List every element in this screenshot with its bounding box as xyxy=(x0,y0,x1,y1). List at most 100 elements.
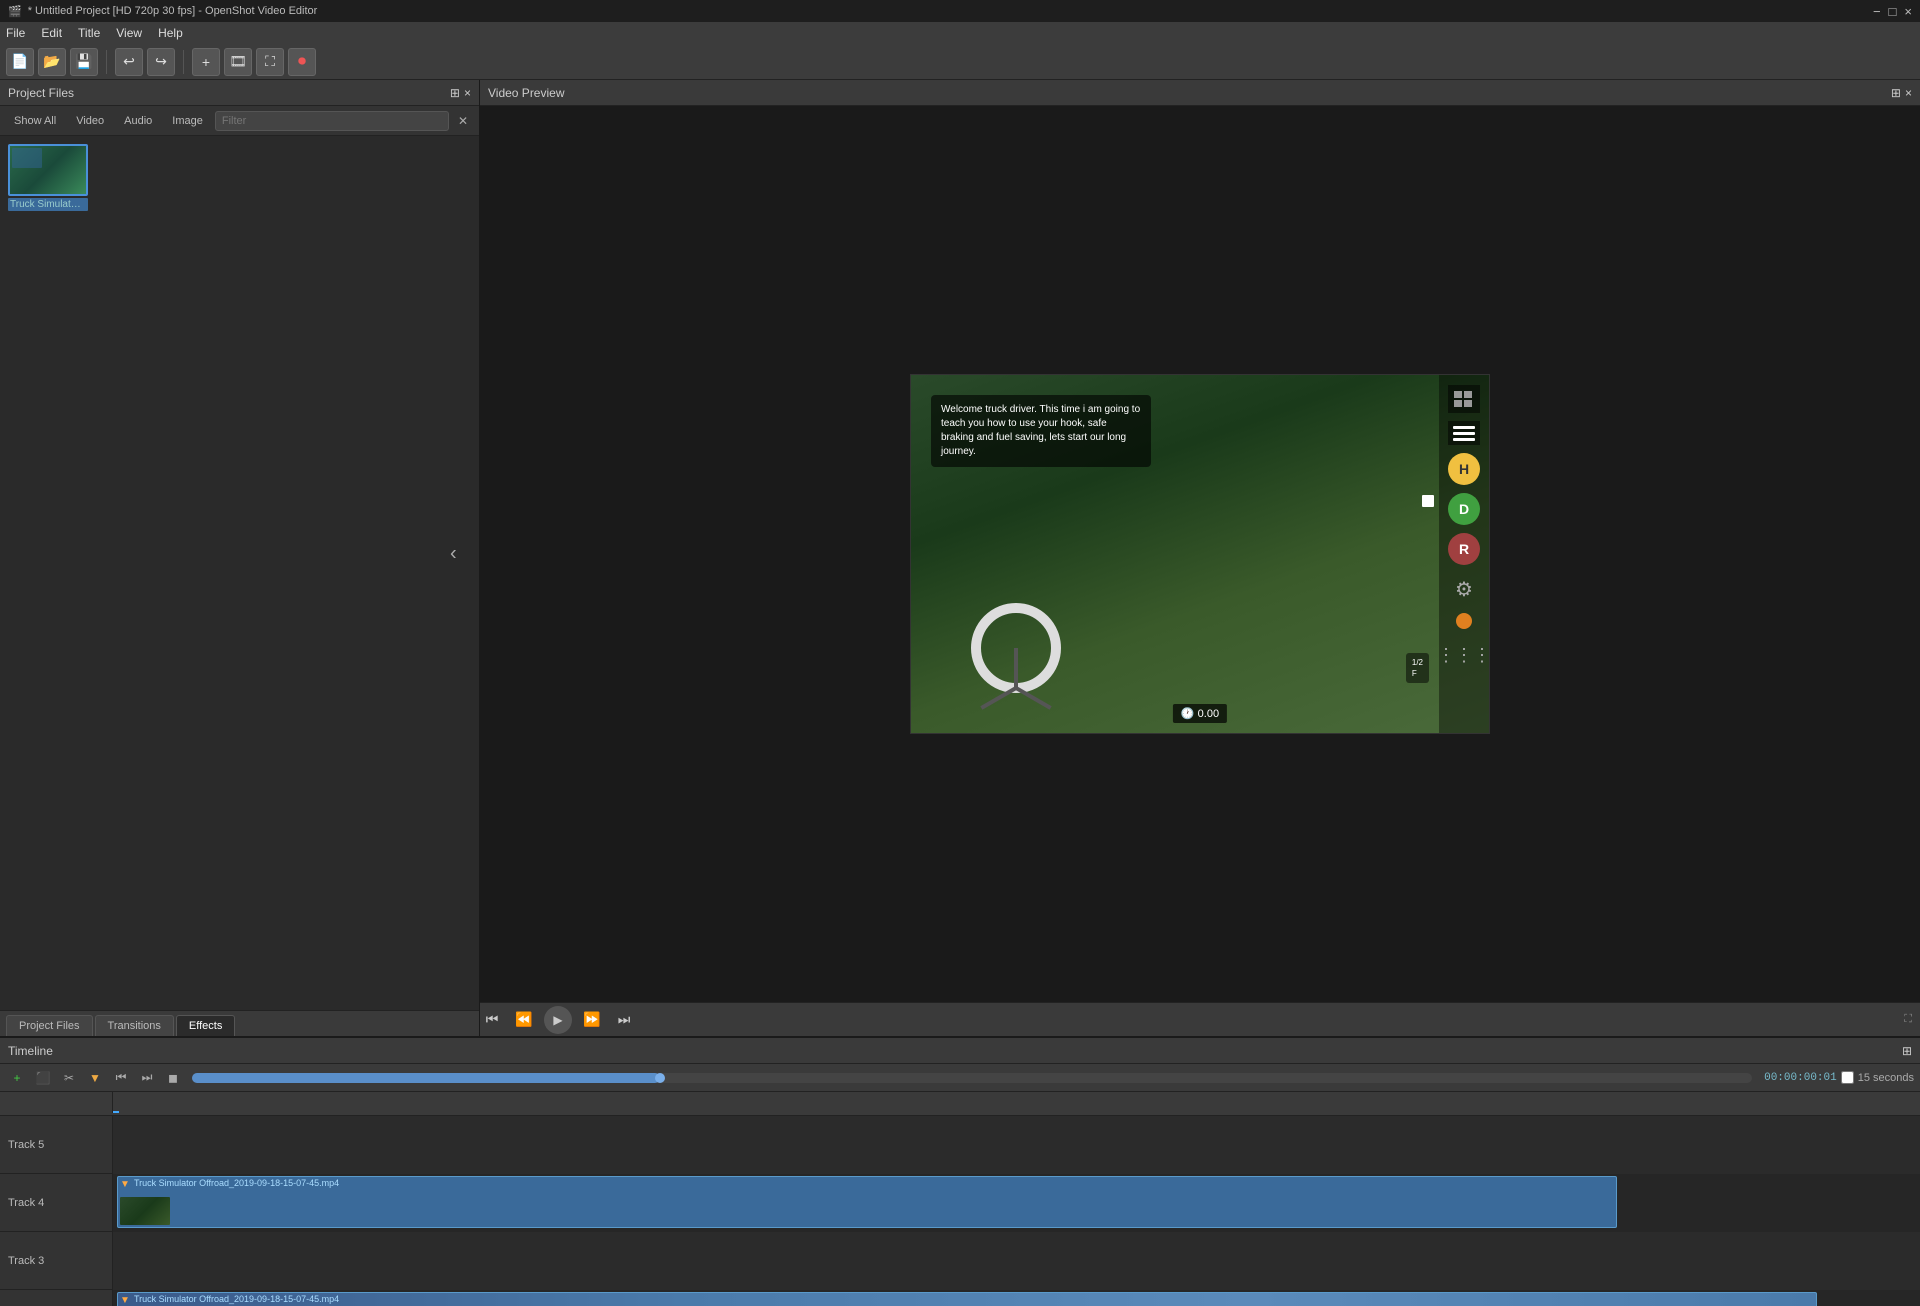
undo-button[interactable]: ↩ xyxy=(115,48,143,76)
timeline-header-icon[interactable]: ⊞ xyxy=(1902,1044,1912,1058)
window-title: * Untitled Project [HD 720p 30 fps] - Op… xyxy=(28,5,318,17)
menu-help[interactable]: Help xyxy=(158,26,183,40)
video-preview-title: Video Preview xyxy=(488,86,565,100)
track-label-5[interactable]: Track 5 xyxy=(0,1116,113,1173)
menu-title[interactable]: Title xyxy=(78,26,100,40)
video-timecode: 🕐 0.00 xyxy=(1173,704,1227,723)
open-project-button[interactable]: 📂 xyxy=(38,48,66,76)
game-text-content: Welcome truck driver. This time i am goi… xyxy=(941,404,1140,457)
prev-frame-button[interactable]: ⏪ xyxy=(512,1008,536,1032)
speed-display: 1/2 F xyxy=(1406,653,1429,683)
game-settings-icon[interactable]: ⚙ xyxy=(1448,573,1480,605)
timeline-body: 00:00:15 00:00:30 00:00:45 00:01:00 00:0… xyxy=(0,1092,1920,1306)
clip-warning-icon: ▼ xyxy=(120,1179,130,1190)
steering-spoke-1 xyxy=(1014,648,1018,688)
tab-video[interactable]: Video xyxy=(68,113,112,129)
redo-button[interactable]: ↪ xyxy=(147,48,175,76)
tab-transitions[interactable]: Transitions xyxy=(95,1015,174,1036)
track-row-5: Track 5 xyxy=(0,1116,1920,1174)
timeline-area: Timeline ⊞ + ⬛ ✂ ▼ ⏮ ⏭ ◼ 00:00:00:01 15 … xyxy=(0,1036,1920,1306)
timeline-ruler[interactable]: 00:00:15 00:00:30 00:00:45 00:01:00 00:0… xyxy=(0,1092,1920,1116)
game-right-panel: H D R ⚙ ⋮⋮⋮ xyxy=(1439,375,1489,733)
tab-image[interactable]: Image xyxy=(164,113,211,129)
video-preview-expand-icon[interactable]: ⊞ xyxy=(1891,86,1901,100)
track-content-4: ▼ Truck Simulator Offroad_2019-09-18-15-… xyxy=(113,1174,1920,1232)
game-text-overlay: Welcome truck driver. This time i am goi… xyxy=(931,395,1151,467)
jump-end-button[interactable]: ⏭ xyxy=(136,1067,158,1089)
tab-audio[interactable]: Audio xyxy=(116,113,160,129)
track-label-4[interactable]: Track 4 xyxy=(0,1174,113,1231)
clip-label-2-0: Truck Simulator Offroad_2019-09-18-15-07… xyxy=(118,1293,1816,1305)
timeline-seconds-label: 15 seconds xyxy=(1858,1072,1914,1084)
play-button[interactable]: ▶ xyxy=(544,1006,572,1034)
toolbar-separator-2 xyxy=(183,50,184,74)
track-content-2: ▼ Truck Simulator Offroad_2019-09-18-15-… xyxy=(113,1290,1920,1306)
timeline-toolbar: + ⬛ ✂ ▼ ⏮ ⏭ ◼ 00:00:00:01 15 seconds xyxy=(0,1064,1920,1092)
playhead-arrow xyxy=(113,1111,119,1113)
skip-to-start-button[interactable]: ⏮ xyxy=(480,1008,504,1032)
video-prev-arrow[interactable]: ‹ xyxy=(450,543,457,566)
titlebar-controls[interactable]: − □ × xyxy=(1873,4,1912,19)
timeline-scrubber[interactable] xyxy=(192,1073,1752,1083)
menu-file[interactable]: File xyxy=(6,26,25,40)
left-panel: Project Files ⊞ × Show All Video Audio I… xyxy=(0,80,480,1036)
track-label-3[interactable]: Track 3 xyxy=(0,1232,113,1289)
track-label-2[interactable]: Track 2 xyxy=(0,1290,113,1306)
timeline-seconds-checkbox[interactable] xyxy=(1841,1071,1854,1084)
file-item-truck-simulator[interactable]: Truck Simulator ... xyxy=(8,144,88,211)
project-files-expand-icon[interactable]: ⊞ xyxy=(450,86,460,100)
filter-clear-button[interactable]: ✕ xyxy=(453,111,473,131)
tab-project-files[interactable]: Project Files xyxy=(6,1015,93,1036)
steering-wheel xyxy=(971,603,1061,693)
video-frame: Welcome truck driver. This time i am goi… xyxy=(910,374,1490,734)
track-row-4: Track 4 ▼ Truck Simulator Offroad_2019-0… xyxy=(0,1174,1920,1232)
timecode-value: 0.00 xyxy=(1198,708,1219,720)
main-toolbar: 📄 📂 💾 ↩ ↪ + 🎞 ⛶ ⏺ xyxy=(0,44,1920,80)
playhead[interactable] xyxy=(117,1111,119,1113)
game-indicator-dot xyxy=(1456,613,1472,629)
razor-tool-button[interactable]: ✂ xyxy=(58,1067,80,1089)
tracks-container: Track 5 Track 4 ▼ Truck Simulator Offroa… xyxy=(0,1116,1920,1306)
next-frame-button[interactable]: ⏩ xyxy=(580,1008,604,1032)
remove-track-button[interactable]: ⬛ xyxy=(32,1067,54,1089)
new-project-button[interactable]: 📄 xyxy=(6,48,34,76)
clip-thumb-inner xyxy=(120,1197,170,1225)
arrow-down-button[interactable]: ▼ xyxy=(84,1067,106,1089)
menu-edit[interactable]: Edit xyxy=(41,26,62,40)
video-preview-header-icons: ⊞ × xyxy=(1891,86,1912,100)
record-button[interactable]: ⏺ xyxy=(288,48,316,76)
game-button-d[interactable]: D xyxy=(1448,493,1480,525)
jump-start-button[interactable]: ⏮ xyxy=(110,1067,132,1089)
skip-to-end-button[interactable]: ⏭ xyxy=(612,1008,636,1032)
add-track-button[interactable]: + xyxy=(192,48,220,76)
add-clip-button[interactable]: 🎞 xyxy=(224,48,252,76)
thumbnail-overlay xyxy=(12,148,42,168)
marker-button[interactable]: ◼ xyxy=(162,1067,184,1089)
minimize-button[interactable]: − xyxy=(1873,4,1881,19)
track-row-3: Track 3 xyxy=(0,1232,1920,1290)
fullscreen-button[interactable]: ⛶ xyxy=(256,48,284,76)
close-button[interactable]: × xyxy=(1904,4,1912,19)
ruler-marks-container: 00:00:15 00:00:30 00:00:45 00:01:00 00:0… xyxy=(113,1111,1920,1113)
project-files-close-icon[interactable]: × xyxy=(464,86,471,100)
fullscreen-preview-icon[interactable]: ⛶ xyxy=(1904,1013,1920,1026)
game-button-h[interactable]: H xyxy=(1448,453,1480,485)
tab-effects[interactable]: Effects xyxy=(176,1015,235,1036)
video-preview-close-icon[interactable]: × xyxy=(1905,86,1912,100)
track-clip-4-0[interactable]: ▼ Truck Simulator Offroad_2019-09-18-15-… xyxy=(117,1176,1617,1228)
filter-input[interactable] xyxy=(215,111,449,131)
track-content-5 xyxy=(113,1116,1920,1174)
filter-bar: Show All Video Audio Image ✕ xyxy=(0,106,479,136)
video-preview-area: ‹ Welcome truck driver. This time i am g… xyxy=(480,106,1920,1002)
game-button-r[interactable]: R xyxy=(1448,533,1480,565)
tab-show-all[interactable]: Show All xyxy=(6,113,64,129)
menu-view[interactable]: View xyxy=(116,26,142,40)
menu-line-3 xyxy=(1453,438,1475,441)
add-track-timeline-button[interactable]: + xyxy=(6,1067,28,1089)
maximize-button[interactable]: □ xyxy=(1889,4,1897,19)
ruler-label-spacer xyxy=(0,1092,113,1113)
track-clip-2-0[interactable]: ▼ Truck Simulator Offroad_2019-09-18-15-… xyxy=(117,1292,1817,1306)
timeline-scrubber-handle[interactable] xyxy=(655,1073,665,1083)
save-project-button[interactable]: 💾 xyxy=(70,48,98,76)
thumbnail-image xyxy=(10,146,86,194)
